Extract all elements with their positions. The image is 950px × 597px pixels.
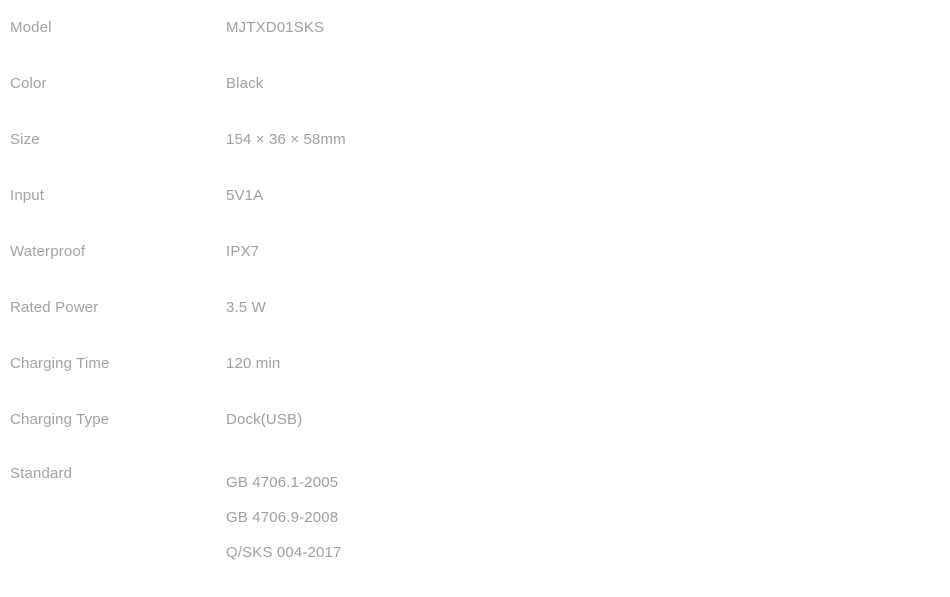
table-row: Charging Type Dock(USB) xyxy=(0,392,950,448)
spec-label-charging-type: Charging Type xyxy=(10,410,110,428)
spec-label-rated-power: Rated Power xyxy=(10,298,99,316)
spec-value-input: 5V1A xyxy=(226,186,264,204)
spec-label-model: Model xyxy=(10,18,52,36)
table-row: Rated Power 3.5 W xyxy=(0,280,950,336)
table-row: Waterproof IPX7 xyxy=(0,224,950,280)
spec-value-model: MJTXD01SKS xyxy=(226,18,325,36)
spec-label-standard: Standard xyxy=(10,465,73,482)
spec-label-color: Color xyxy=(10,74,47,92)
list-item: GB 4706.9-2008 xyxy=(226,509,339,526)
spec-value-size: 154 × 36 × 58mm xyxy=(226,130,346,148)
spec-value-rated-power: 3.5 W xyxy=(226,298,266,316)
table-row: Standard GB 4706.1-2005 GB 4706.9-2008 Q… xyxy=(0,448,950,570)
list-item: Q/SKS 004-2017 xyxy=(226,544,342,561)
spec-value-waterproof: IPX7 xyxy=(226,242,260,260)
spec-value-standard: GB 4706.1-2005 GB 4706.9-2008 Q/SKS 004-… xyxy=(218,448,950,570)
table-row: Model MJTXD01SKS xyxy=(0,0,950,56)
spec-label-charging-time: Charging Time xyxy=(10,354,110,372)
table-row: Size 154 × 36 × 58mm xyxy=(0,112,950,168)
spec-value-charging-type: Dock(USB) xyxy=(226,410,303,428)
standard-list: GB 4706.1-2005 GB 4706.9-2008 Q/SKS 004-… xyxy=(226,465,950,570)
spec-label-waterproof: Waterproof xyxy=(10,242,86,260)
spec-value-charging-time: 120 min xyxy=(226,354,281,372)
spec-label-size: Size xyxy=(10,130,40,148)
table-row: Color Black xyxy=(0,56,950,112)
spec-value-color: Black xyxy=(226,74,264,92)
product-spec-sheet: Model MJTXD01SKS Color Black Size 154 × … xyxy=(0,0,950,597)
list-item: GB 4706.1-2005 xyxy=(226,474,339,491)
table-row: Charging Time 120 min xyxy=(0,336,950,392)
specification-table: Model MJTXD01SKS Color Black Size 154 × … xyxy=(0,0,950,570)
specification-table-body: Model MJTXD01SKS Color Black Size 154 × … xyxy=(0,0,950,570)
table-row: Input 5V1A xyxy=(0,168,950,224)
spec-label-input: Input xyxy=(10,186,45,204)
